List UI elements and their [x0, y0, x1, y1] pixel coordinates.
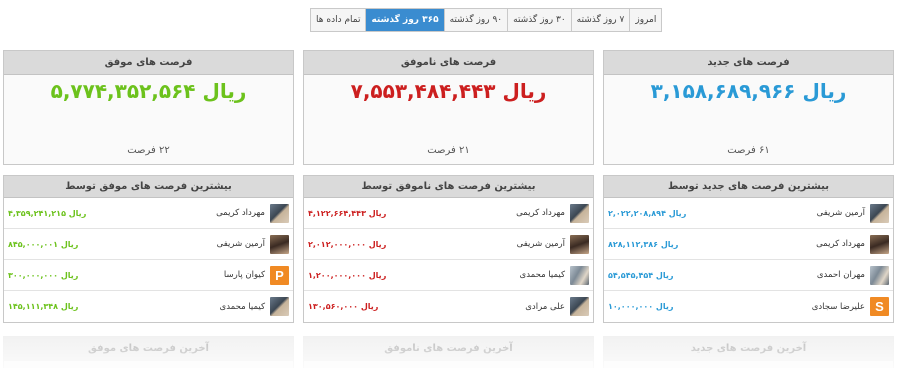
tab-90-days[interactable]: ۹۰ روز گذشته [443, 9, 508, 31]
summary-new-opportunities: فرصت های جدید ریال ۳,۱۵۸,۶۸۹,۹۶۶ ۶۱ فرصت [603, 50, 894, 165]
list-item[interactable]: آرمین شریفی ریال ۸۴۵,۰۰۰,۰۰۱ [4, 229, 293, 260]
opportunity-value: ریال ۴,۳۵۹,۲۴۱,۲۱۵ [8, 208, 87, 218]
avatar-photo-icon [570, 266, 589, 285]
panel-title: بیشترین فرصت های جدید توسط [604, 176, 893, 198]
list-item[interactable]: مهرداد کریمی ریال ۴,۱۲۲,۶۶۴,۴۴۳ [304, 198, 593, 229]
user-name[interactable]: علی مرادی [525, 302, 565, 312]
latest-won-panel: آخرین فرصت های موفق [3, 336, 294, 368]
list-item[interactable]: کیمیا محمدی ریال ۱۴۵,۱۱۱,۳۴۸ [4, 291, 293, 322]
list-item[interactable]: P کیوان پارسا ریال ۳۰۰,۰۰۰,۰۰۰ [4, 260, 293, 291]
opportunity-value: ریال ۵۴,۵۴۵,۴۵۴ [608, 270, 674, 280]
panel-title: آخرین فرصت های ناموفق [304, 337, 593, 361]
top-won-panel: بیشترین فرصت های موفق توسط مهرداد کریمی ر… [3, 175, 294, 323]
summary-amount: ریال ۷,۵۵۳,۴۸۴,۴۴۳ [350, 79, 547, 103]
panel-title: آخرین فرصت های جدید [604, 337, 893, 361]
letter-p-icon: P [270, 266, 289, 285]
list-item[interactable]: آرمین شریفی ریال ۲,۰۲۲,۲۰۸,۸۹۴ [604, 198, 893, 229]
avatar-photo-icon [270, 297, 289, 316]
user-name[interactable]: کیمیا محمدی [220, 302, 265, 312]
user-name[interactable]: مهرداد کریمی [216, 208, 265, 218]
tab-365-days[interactable]: ۳۶۵ روز گذشته [365, 9, 444, 31]
avatar-photo-icon [270, 235, 289, 254]
date-range-tabs: امروز ۷ روز گذشته ۳۰ روز گذشته ۹۰ روز گذ… [310, 8, 663, 32]
summary-count: ۶۱ فرصت [727, 145, 770, 156]
summary-lost-opportunities: فرصت های ناموفق ریال ۷,۵۵۳,۴۸۴,۴۴۳ ۲۱ فر… [303, 50, 594, 165]
list-item[interactable]: مهرداد کریمی ریال ۴,۳۵۹,۲۴۱,۲۱۵ [4, 198, 293, 229]
tab-30-days[interactable]: ۳۰ روز گذشته [507, 9, 571, 31]
opportunity-value: ریال ۳۰۰,۰۰۰,۰۰۰ [8, 270, 79, 280]
summary-amount: ریال ۳,۱۵۸,۶۸۹,۹۶۶ [650, 79, 847, 103]
summary-won-opportunities: فرصت های موفق ریال ۵,۷۷۴,۳۵۲,۵۶۴ ۲۲ فرصت [3, 50, 294, 165]
opportunity-value: ریال ۲,۰۲۲,۲۰۸,۸۹۴ [608, 208, 687, 218]
panel-title: بیشترین فرصت های موفق توسط [4, 176, 293, 198]
opportunity-value: ریال ۱,۲۰۰,۰۰۰,۰۰۰ [308, 270, 387, 280]
summary-count: ۲۱ فرصت [427, 145, 470, 156]
opportunity-value: ریال ۱۰,۰۰۰,۰۰۰ [608, 302, 674, 311]
list-item[interactable]: S علیرضا سجادی ریال ۱۰,۰۰۰,۰۰۰ [604, 291, 893, 322]
panel-title: آخرین فرصت های موفق [4, 337, 293, 361]
list-item[interactable]: مهران احمدی ریال ۵۴,۵۴۵,۴۵۴ [604, 260, 893, 291]
avatar-photo-icon [570, 297, 589, 316]
opportunity-value: ریال ۲,۰۱۲,۰۰۰,۰۰۰ [308, 239, 387, 249]
list-item[interactable]: مهرداد کریمی ریال ۸۲۸,۱۱۲,۳۸۶ [604, 229, 893, 260]
top-new-panel: بیشترین فرصت های جدید توسط آرمین شریفی ری… [603, 175, 894, 323]
summary-title: فرصت های جدید [604, 51, 893, 75]
user-name[interactable]: مهرداد کریمی [516, 208, 565, 218]
avatar-photo-icon [570, 204, 589, 223]
panel-title: بیشترین فرصت های ناموفق توسط [304, 176, 593, 198]
avatar-photo-icon [870, 266, 889, 285]
tab-today[interactable]: امروز [629, 9, 661, 31]
avatar-photo-icon [870, 235, 889, 254]
user-name[interactable]: علیرضا سجادی [812, 302, 865, 312]
avatar-photo-icon [870, 204, 889, 223]
tab-7-days[interactable]: ۷ روز گذشته [570, 9, 630, 31]
list-item[interactable]: کیمیا محمدی ریال ۱,۲۰۰,۰۰۰,۰۰۰ [304, 260, 593, 291]
summary-count: ۲۲ فرصت [127, 145, 170, 156]
opportunity-value: ریال ۸۴۵,۰۰۰,۰۰۱ [8, 239, 79, 249]
opportunity-value: ریال ۱۴۵,۱۱۱,۳۴۸ [8, 302, 79, 311]
summary-title: فرصت های ناموفق [304, 51, 593, 75]
top-lost-panel: بیشترین فرصت های ناموفق توسط مهرداد کریم… [303, 175, 594, 323]
tab-all-data[interactable]: تمام داده ها [311, 9, 365, 31]
letter-s-icon: S [870, 297, 889, 316]
list-item[interactable]: آرمین شریفی ریال ۲,۰۱۲,۰۰۰,۰۰۰ [304, 229, 593, 260]
user-name[interactable]: آرمین شریفی [817, 208, 865, 218]
user-name[interactable]: مهران احمدی [817, 270, 865, 280]
user-name[interactable]: کیمیا محمدی [520, 270, 565, 280]
summary-amount: ریال ۵,۷۷۴,۳۵۲,۵۶۴ [50, 79, 247, 103]
user-name[interactable]: کیوان پارسا [224, 270, 265, 280]
avatar-photo-icon [570, 235, 589, 254]
list-item[interactable]: علی مرادی ریال ۱۳۰,۵۶۰,۰۰۰ [304, 291, 593, 322]
user-name[interactable]: آرمین شریفی [517, 239, 565, 249]
opportunity-value: ریال ۸۲۸,۱۱۲,۳۸۶ [608, 239, 679, 249]
opportunity-value: ریال ۱۳۰,۵۶۰,۰۰۰ [308, 302, 379, 311]
summary-title: فرصت های موفق [4, 51, 293, 75]
latest-new-panel: آخرین فرصت های جدید [603, 336, 894, 368]
user-name[interactable]: مهرداد کریمی [816, 239, 865, 249]
opportunity-value: ریال ۴,۱۲۲,۶۶۴,۴۴۳ [308, 208, 387, 218]
avatar-photo-icon [270, 204, 289, 223]
latest-lost-panel: آخرین فرصت های ناموفق [303, 336, 594, 368]
user-name[interactable]: آرمین شریفی [217, 239, 265, 249]
